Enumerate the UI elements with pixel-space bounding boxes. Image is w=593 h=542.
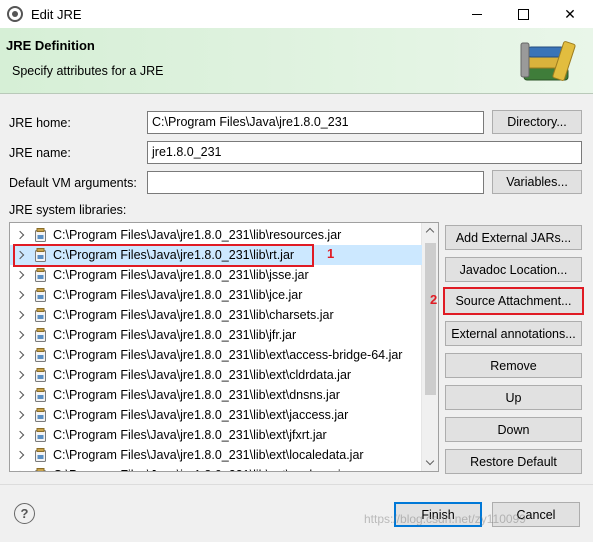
jar-icon [35, 388, 46, 402]
chevron-right-icon[interactable] [16, 270, 26, 280]
library-row[interactable]: C:\Program Files\Java\jre1.8.0_231\lib\e… [10, 405, 422, 425]
down-button[interactable]: Down [445, 417, 582, 442]
maximize-button[interactable] [500, 0, 546, 28]
library-path: C:\Program Files\Java\jre1.8.0_231\lib\j… [53, 328, 297, 342]
vm-arguments-label: Default VM arguments: [9, 176, 137, 190]
library-path: C:\Program Files\Java\jre1.8.0_231\lib\e… [53, 408, 349, 422]
list-scrollbar[interactable] [421, 223, 438, 471]
jar-icon [35, 468, 46, 471]
close-button[interactable]: ✕ [547, 0, 593, 28]
books-library-icon [520, 41, 576, 81]
external-annotations-button[interactable]: External annotations... [445, 321, 582, 346]
library-path: C:\Program Files\Java\jre1.8.0_231\lib\e… [53, 428, 327, 442]
chevron-right-icon[interactable] [16, 390, 26, 400]
annotation-marker-2: 2 [430, 292, 438, 307]
chevron-right-icon[interactable] [16, 310, 26, 320]
chevron-right-icon[interactable] [16, 410, 26, 420]
restore-default-button[interactable]: Restore Default [445, 449, 582, 474]
scroll-up-icon[interactable] [422, 223, 438, 240]
library-path: C:\Program Files\Java\jre1.8.0_231\lib\c… [53, 308, 334, 322]
library-row[interactable]: C:\Program Files\Java\jre1.8.0_231\lib\c… [10, 305, 422, 325]
scroll-thumb[interactable] [425, 243, 436, 395]
library-path: C:\Program Files\Java\jre1.8.0_231\lib\j… [53, 288, 303, 302]
vm-arguments-field[interactable] [147, 171, 484, 194]
minimize-button[interactable] [454, 0, 500, 28]
chevron-right-icon[interactable] [16, 430, 26, 440]
library-row[interactable]: C:\Program Files\Java\jre1.8.0_231\lib\r… [10, 225, 422, 245]
library-path: C:\Program Files\Java\jre1.8.0_231\lib\e… [53, 388, 340, 402]
library-row[interactable]: C:\Program Files\Java\jre1.8.0_231\lib\e… [10, 385, 422, 405]
eclipse-icon [7, 6, 23, 22]
jre-name-label: JRE name: [9, 146, 71, 160]
header-banner: JRE Definition Specify attributes for a … [0, 28, 593, 94]
jar-icon [35, 368, 46, 382]
library-row[interactable]: C:\Program Files\Java\jre1.8.0_231\lib\e… [10, 425, 422, 445]
page-heading: JRE Definition [6, 38, 95, 53]
chevron-right-icon[interactable] [16, 350, 26, 360]
library-row[interactable]: C:\Program Files\Java\jre1.8.0_231\lib\e… [10, 345, 422, 365]
chevron-right-icon[interactable] [16, 450, 26, 460]
chevron-right-icon[interactable] [16, 470, 26, 471]
library-row[interactable]: C:\Program Files\Java\jre1.8.0_231\lib\e… [10, 365, 422, 385]
page-description: Specify attributes for a JRE [12, 64, 164, 78]
jar-icon [35, 448, 46, 462]
window-title: Edit JRE [31, 6, 82, 22]
jar-icon [35, 408, 46, 422]
add-external-jars-button[interactable]: Add External JARs... [445, 225, 582, 250]
library-row[interactable]: C:\Program Files\Java\jre1.8.0_231\lib\e… [10, 445, 422, 465]
jre-home-label: JRE home: [9, 116, 71, 130]
up-button[interactable]: Up [445, 385, 582, 410]
library-path: C:\Program Files\Java\jre1.8.0_231\lib\e… [53, 348, 403, 362]
variables-button[interactable]: Variables... [492, 170, 582, 194]
library-path: C:\Program Files\Java\jre1.8.0_231\lib\e… [53, 468, 352, 471]
chevron-right-icon[interactable] [16, 230, 26, 240]
directory-button[interactable]: Directory... [492, 110, 582, 134]
jar-icon [35, 428, 46, 442]
scroll-down-icon[interactable] [422, 454, 438, 471]
javadoc-location-button[interactable]: Javadoc Location... [445, 257, 582, 282]
library-path: C:\Program Files\Java\jre1.8.0_231\lib\e… [53, 368, 352, 382]
library-row[interactable]: C:\Program Files\Java\jre1.8.0_231\lib\j… [10, 325, 422, 345]
library-row[interactable]: C:\Program Files\Java\jre1.8.0_231\lib\j… [10, 265, 422, 285]
help-icon[interactable]: ? [14, 503, 35, 524]
footer-separator [0, 484, 593, 485]
jar-icon [35, 228, 46, 242]
library-path: C:\Program Files\Java\jre1.8.0_231\lib\r… [53, 228, 342, 242]
title-bar: Edit JRE ✕ [0, 0, 593, 28]
library-row[interactable]: C:\Program Files\Java\jre1.8.0_231\lib\j… [10, 285, 422, 305]
chevron-right-icon[interactable] [16, 370, 26, 380]
watermark: https://blog.csdn.net/zy110099 [364, 512, 526, 526]
library-path: C:\Program Files\Java\jre1.8.0_231\lib\j… [53, 268, 309, 282]
jar-icon [35, 308, 46, 322]
jre-home-field[interactable]: C:\Program Files\Java\jre1.8.0_231 [147, 111, 484, 134]
jar-icon [35, 288, 46, 302]
jar-icon [35, 348, 46, 362]
jar-icon [35, 328, 46, 342]
chevron-right-icon[interactable] [16, 330, 26, 340]
annotation-box-1 [13, 244, 314, 267]
library-row[interactable]: C:\Program Files\Java\jre1.8.0_231\lib\e… [10, 465, 422, 471]
library-path: C:\Program Files\Java\jre1.8.0_231\lib\e… [53, 448, 364, 462]
jre-name-field[interactable]: jre1.8.0_231 [147, 141, 582, 164]
annotation-marker-1: 1 [327, 246, 335, 261]
source-attachment-button[interactable]: Source Attachment... [443, 287, 584, 315]
jar-icon [35, 268, 46, 282]
chevron-right-icon[interactable] [16, 290, 26, 300]
remove-button[interactable]: Remove [445, 353, 582, 378]
libraries-label: JRE system libraries: [9, 203, 127, 217]
